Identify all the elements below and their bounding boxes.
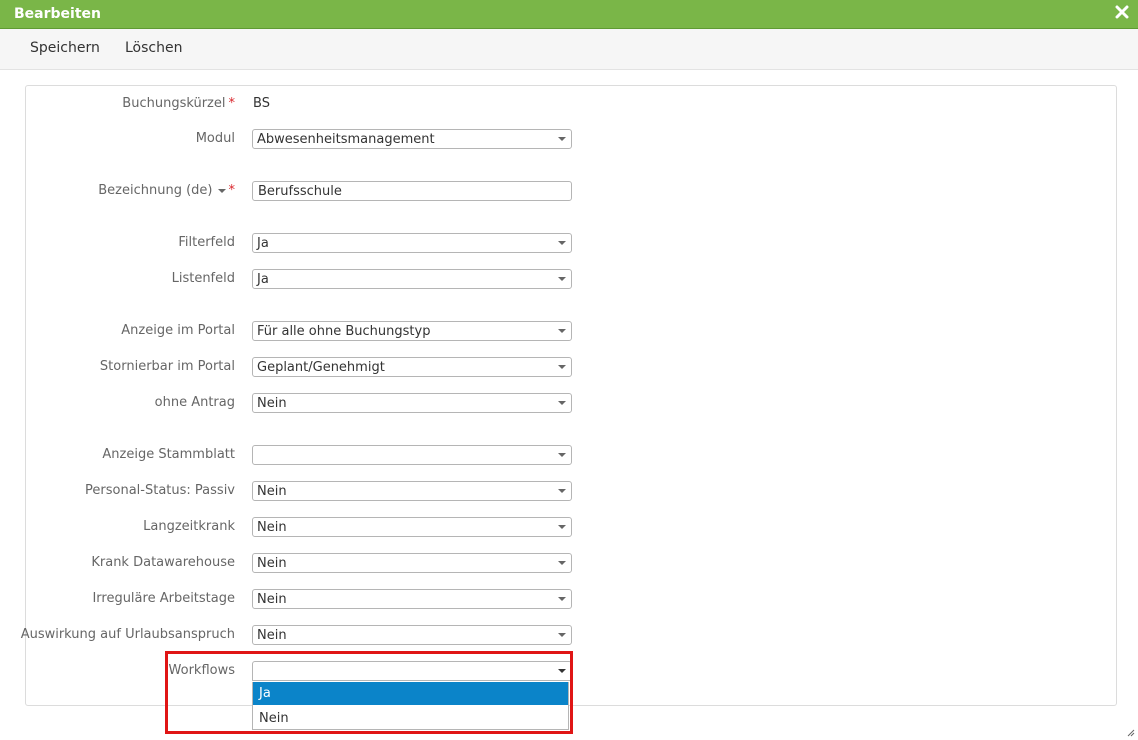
- workflows-label: Workflows: [168, 663, 235, 678]
- row-irregulaere: Irreguläre Arbeitstage Nein: [26, 589, 1116, 611]
- ohne-antrag-label: ohne Antrag: [154, 395, 235, 410]
- form-panel: Buchungskürzel * BS Modul Abwesenheitsman…: [21, 85, 1117, 706]
- ohne-antrag-select-value: Nein: [257, 396, 287, 411]
- row-stornierbar-portal: Stornierbar im Portal Geplant/Genehmigt: [26, 357, 1116, 379]
- resize-handle-icon[interactable]: [1127, 729, 1135, 737]
- stornierbar-portal-select[interactable]: Geplant/Genehmigt: [252, 357, 572, 377]
- irregulaere-select-value: Nein: [257, 592, 287, 607]
- listenfeld-select-value: Ja: [257, 272, 269, 287]
- anzeige-portal-select-value: Für alle ohne Buchungstyp: [257, 324, 431, 339]
- required-marker: *: [228, 183, 236, 198]
- row-listenfeld: Listenfeld Ja: [26, 269, 1116, 291]
- personal-status-select[interactable]: Nein: [252, 481, 572, 501]
- anzeige-stammblatt-select[interactable]: [252, 445, 572, 465]
- close-icon-glyph: [1115, 5, 1129, 19]
- personal-status-label: Personal-Status: Passiv: [85, 483, 235, 498]
- personal-status-select-value: Nein: [257, 484, 287, 499]
- bezeichnung-label: Bezeichnung (de) *: [98, 183, 235, 198]
- language-dropdown-icon[interactable]: [217, 188, 226, 193]
- stornierbar-portal-select-value: Geplant/Genehmigt: [257, 360, 385, 375]
- buchungskuerzel-label: Buchungskürzel *: [122, 96, 235, 111]
- dropdown-option-nein[interactable]: Nein: [253, 707, 568, 730]
- krank-dwh-select-value: Nein: [257, 556, 287, 571]
- modul-label: Modul: [195, 131, 235, 146]
- chevron-down-icon: [558, 597, 566, 601]
- krank-dwh-select[interactable]: Nein: [252, 553, 572, 573]
- buchungskuerzel-label-text: Buchungskürzel: [122, 96, 226, 111]
- chevron-down-icon: [558, 365, 566, 369]
- workflows-dropdown-list: Ja Nein: [252, 682, 569, 730]
- row-modul: Modul Abwesenheitsmanagement: [26, 129, 1116, 151]
- filterfeld-select[interactable]: Ja: [252, 233, 572, 253]
- chevron-down-icon: [558, 633, 566, 637]
- chevron-down-icon: [558, 241, 566, 245]
- chevron-down-icon: [558, 489, 566, 493]
- chevron-down-icon: [558, 669, 566, 673]
- row-ohne-antrag: ohne Antrag Nein: [26, 393, 1116, 415]
- close-icon[interactable]: [1114, 5, 1130, 21]
- dialog-title: Bearbeiten: [14, 6, 101, 22]
- row-auswirkung: Auswirkung auf Urlaubsanspruch Nein: [21, 625, 1116, 647]
- chevron-down-icon: [558, 525, 566, 529]
- auswirkung-select[interactable]: Nein: [252, 625, 572, 645]
- langzeitkrank-select-value: Nein: [257, 520, 287, 535]
- chevron-down-icon: [558, 401, 566, 405]
- row-personal-status: Personal-Status: Passiv Nein: [26, 481, 1116, 503]
- listenfeld-select[interactable]: Ja: [252, 269, 572, 289]
- row-workflows: Workflows: [26, 661, 1116, 683]
- modul-select-value: Abwesenheitsmanagement: [257, 132, 435, 147]
- bezeichnung-input[interactable]: Berufsschule: [252, 181, 572, 201]
- filterfeld-label: Filterfeld: [178, 235, 235, 250]
- row-anzeige-stammblatt: Anzeige Stammblatt: [26, 445, 1116, 467]
- dialog-titlebar: Bearbeiten: [0, 0, 1138, 29]
- chevron-down-icon: [558, 453, 566, 457]
- chevron-down-icon: [558, 137, 566, 141]
- row-anzeige-portal: Anzeige im Portal Für alle ohne Buchungs…: [26, 321, 1116, 343]
- stornierbar-portal-label: Stornierbar im Portal: [99, 359, 235, 374]
- chevron-down-icon: [558, 329, 566, 333]
- bezeichnung-input-value: Berufsschule: [258, 184, 342, 199]
- delete-button[interactable]: Löschen: [125, 40, 182, 56]
- workflows-select[interactable]: [252, 661, 572, 681]
- modul-select[interactable]: Abwesenheitsmanagement: [252, 129, 572, 149]
- dropdown-option-ja[interactable]: Ja: [253, 682, 568, 705]
- row-filterfeld: Filterfeld Ja: [26, 233, 1116, 255]
- toolbar: Speichern Löschen: [0, 29, 1138, 70]
- langzeitkrank-label: Langzeitkrank: [143, 519, 235, 534]
- anzeige-portal-select[interactable]: Für alle ohne Buchungstyp: [252, 321, 572, 341]
- chevron-down-icon: [558, 561, 566, 565]
- required-marker: *: [228, 96, 236, 111]
- row-langzeitkrank: Langzeitkrank Nein: [26, 517, 1116, 539]
- buchungskuerzel-value: BS: [253, 96, 270, 111]
- row-buchungskuerzel: Buchungskürzel * BS: [26, 94, 1116, 116]
- langzeitkrank-select[interactable]: Nein: [252, 517, 572, 537]
- chevron-down-icon: [558, 277, 566, 281]
- auswirkung-label: Auswirkung auf Urlaubsanspruch: [20, 627, 235, 642]
- save-button[interactable]: Speichern: [30, 40, 100, 56]
- anzeige-portal-label: Anzeige im Portal: [121, 323, 235, 338]
- row-bezeichnung: Bezeichnung (de) * Berufsschule: [26, 181, 1116, 203]
- krank-dwh-label: Krank Datawarehouse: [91, 555, 235, 570]
- filterfeld-select-value: Ja: [257, 236, 269, 251]
- irregulaere-label: Irreguläre Arbeitstage: [92, 591, 235, 606]
- listenfeld-label: Listenfeld: [171, 271, 235, 286]
- irregulaere-select[interactable]: Nein: [252, 589, 572, 609]
- auswirkung-select-value: Nein: [257, 628, 287, 643]
- row-krank-dwh: Krank Datawarehouse Nein: [26, 553, 1116, 575]
- anzeige-stammblatt-label: Anzeige Stammblatt: [102, 447, 235, 462]
- bezeichnung-label-text: Bezeichnung (de): [98, 183, 213, 198]
- ohne-antrag-select[interactable]: Nein: [252, 393, 572, 413]
